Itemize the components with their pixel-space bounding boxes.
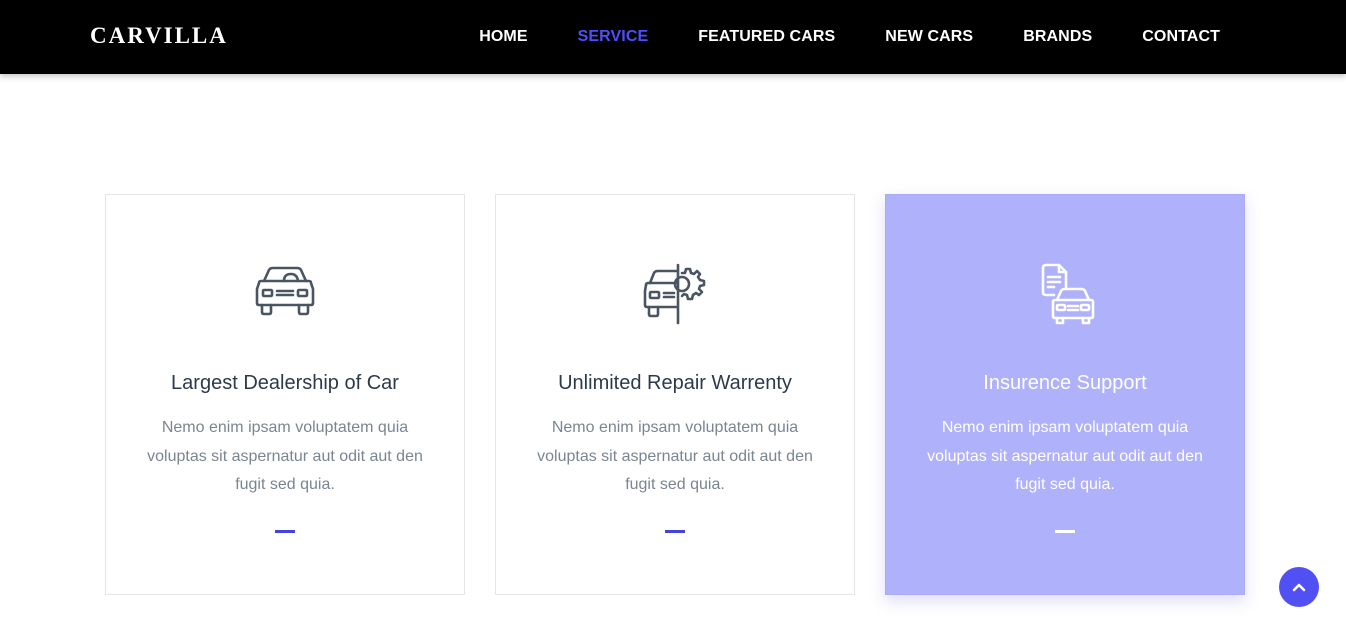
service-description: Nemo enim ipsam voluptatem quia voluptas… [537, 419, 813, 493]
card-divider [665, 530, 685, 533]
nav-link-contact[interactable]: CONTACT [1142, 28, 1220, 46]
car-repair-icon [643, 263, 706, 325]
nav-link-home[interactable]: HOME [479, 28, 527, 46]
chevron-up-icon [1292, 583, 1306, 592]
service-title: Insurence Support [983, 372, 1147, 394]
service-card-insurance[interactable]: Insurence Support Nemo enim ipsam volupt… [885, 194, 1245, 595]
services-section: Largest Dealership of Car Nemo enim ipsa… [105, 194, 1245, 595]
service-card-dealership[interactable]: Largest Dealership of Car Nemo enim ipsa… [105, 194, 465, 595]
car-icon [255, 266, 315, 316]
main-nav: HOME SERVICE FEATURED CARS NEW CARS BRAN… [479, 0, 1220, 74]
nav-link-featured-cars[interactable]: FEATURED CARS [698, 28, 835, 46]
nav-link-service[interactable]: SERVICE [578, 28, 649, 46]
brand-logo[interactable]: CARVILLA [90, 22, 228, 50]
scroll-to-top-button[interactable] [1279, 567, 1319, 607]
nav-link-brands[interactable]: BRANDS [1023, 28, 1092, 46]
car-insurance-icon [1041, 263, 1095, 325]
service-description: Nemo enim ipsam voluptatem quia voluptas… [927, 419, 1203, 493]
card-divider [1055, 530, 1075, 533]
service-title: Largest Dealership of Car [171, 372, 399, 394]
top-navbar: CARVILLA HOME SERVICE FEATURED CARS NEW … [0, 0, 1346, 74]
service-description: Nemo enim ipsam voluptatem quia voluptas… [147, 419, 423, 493]
card-divider [275, 530, 295, 533]
service-card-repair-warranty[interactable]: Unlimited Repair Warrenty Nemo enim ipsa… [495, 194, 855, 595]
nav-link-new-cars[interactable]: NEW CARS [885, 28, 973, 46]
service-title: Unlimited Repair Warrenty [558, 372, 792, 394]
